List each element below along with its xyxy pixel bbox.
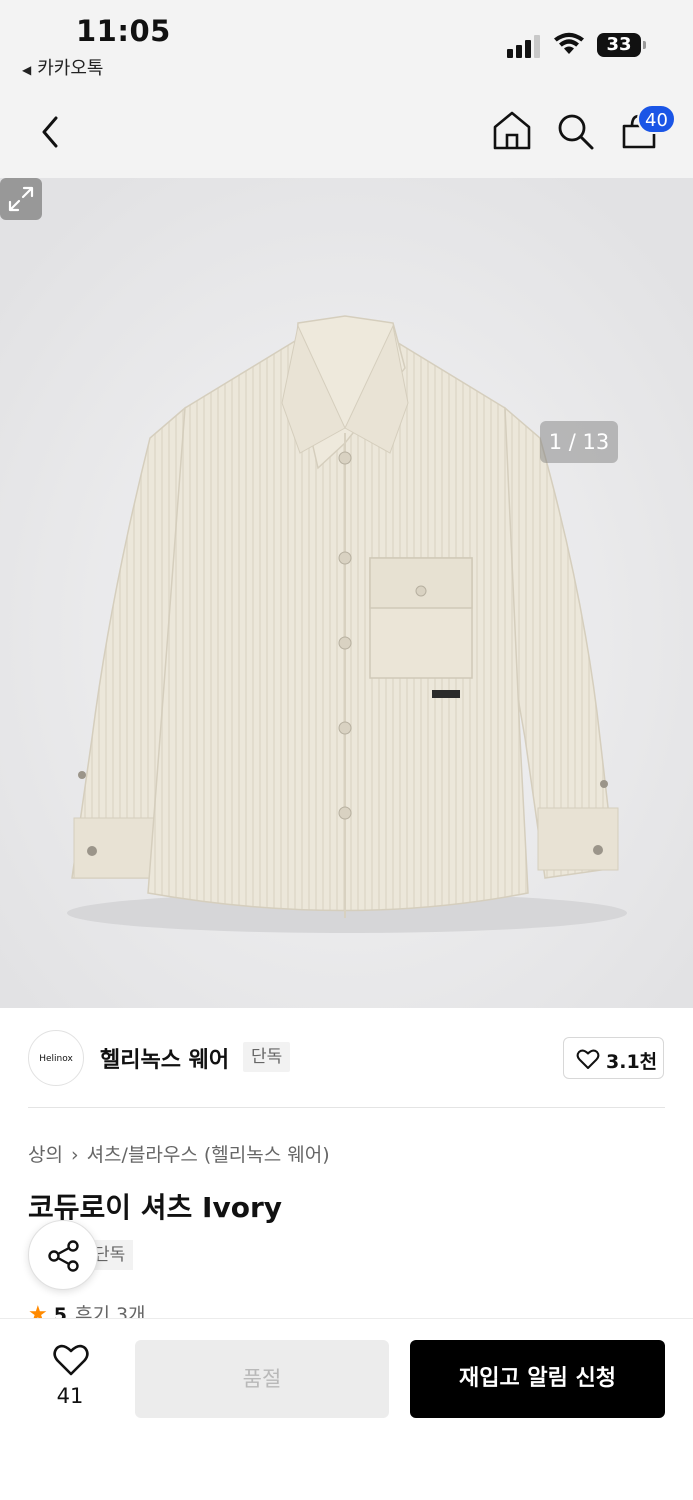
back-triangle-icon: ◀ — [22, 63, 32, 77]
back-app-label: 카카오톡 — [37, 58, 104, 79]
heart-outline-icon[interactable] — [52, 1342, 90, 1378]
battery-icon: 33 — [597, 33, 646, 57]
brand-name[interactable]: 헬리녹스 웨어 — [100, 1042, 229, 1074]
expand-icon[interactable] — [0, 178, 42, 220]
share-button[interactable] — [28, 1220, 98, 1290]
top-nav-bar — [0, 88, 693, 178]
search-icon[interactable] — [553, 108, 597, 154]
cart-count-badge: 40 — [637, 104, 676, 134]
status-bar: 11:05 ◀ 카카오톡 33 — [0, 0, 693, 88]
back-chevron-icon[interactable] — [32, 110, 72, 154]
breadcrumb-subcategory[interactable]: 셔츠/블라우스 (헬리녹스 웨어) — [87, 1144, 330, 1166]
divider — [28, 1107, 665, 1108]
image-counter: 1 / 13 — [540, 421, 618, 463]
product-like-count: 41 — [56, 1384, 84, 1408]
brand-exclusive-tag: 단독 — [243, 1042, 291, 1072]
restock-alert-button[interactable]: 재입고 알림 신청 — [410, 1340, 665, 1418]
soldout-button: 품절 — [135, 1340, 389, 1418]
brand-like-count: 3.1천 — [606, 1051, 658, 1073]
brand-logo[interactable]: Helinox — [28, 1030, 84, 1086]
battery-level: 33 — [606, 34, 632, 55]
status-time: 11:05 — [76, 14, 171, 48]
home-icon[interactable] — [490, 108, 534, 154]
rating-summary[interactable]: ★ 5 후기 3개 — [28, 1300, 146, 1320]
wifi-icon — [554, 32, 584, 54]
share-icon — [48, 1240, 79, 1272]
signal-icon — [507, 34, 543, 58]
breadcrumb-category[interactable]: 상의 — [28, 1144, 63, 1166]
breadcrumb: 상의 › 셔츠/블라우스 (헬리녹스 웨어) — [28, 1140, 330, 1167]
heart-outline-icon — [576, 1049, 600, 1069]
product-photo — [0, 178, 693, 1008]
breadcrumb-chevron-icon: › — [70, 1144, 79, 1166]
back-to-app-link[interactable]: ◀ 카카오톡 — [22, 54, 103, 80]
brand-logo-text: Helinox — [39, 1054, 73, 1064]
brand-like-button[interactable]: 3.1천 — [563, 1037, 664, 1079]
product-image-gallery[interactable]: 1 / 13 — [0, 178, 693, 1008]
